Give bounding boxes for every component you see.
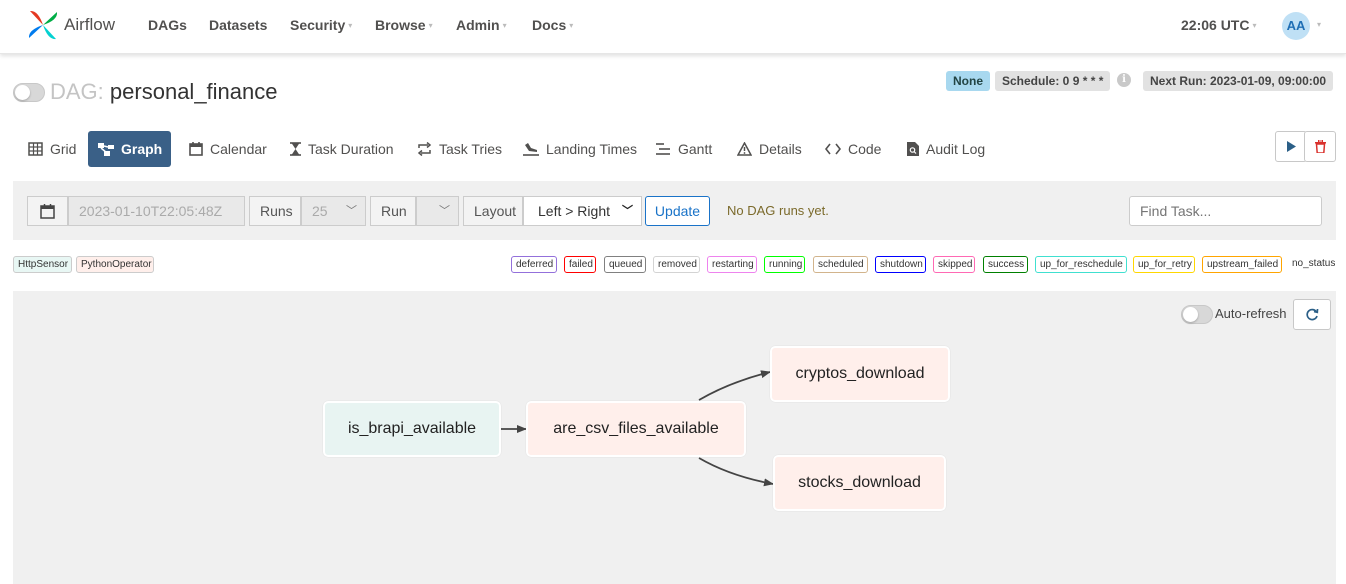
edge-csv-to-stocks [698,457,774,487]
task-node-stocks-download[interactable]: stocks_download [773,455,946,511]
task-node-are-csv-files-available[interactable]: are_csv_files_available [526,401,746,457]
edge-csv-to-cryptos [698,370,771,401]
graph-edges [501,370,774,487]
task-node-is-brapi-available[interactable]: is_brapi_available [323,401,501,457]
task-node-cryptos-download[interactable]: cryptos_download [770,346,950,402]
